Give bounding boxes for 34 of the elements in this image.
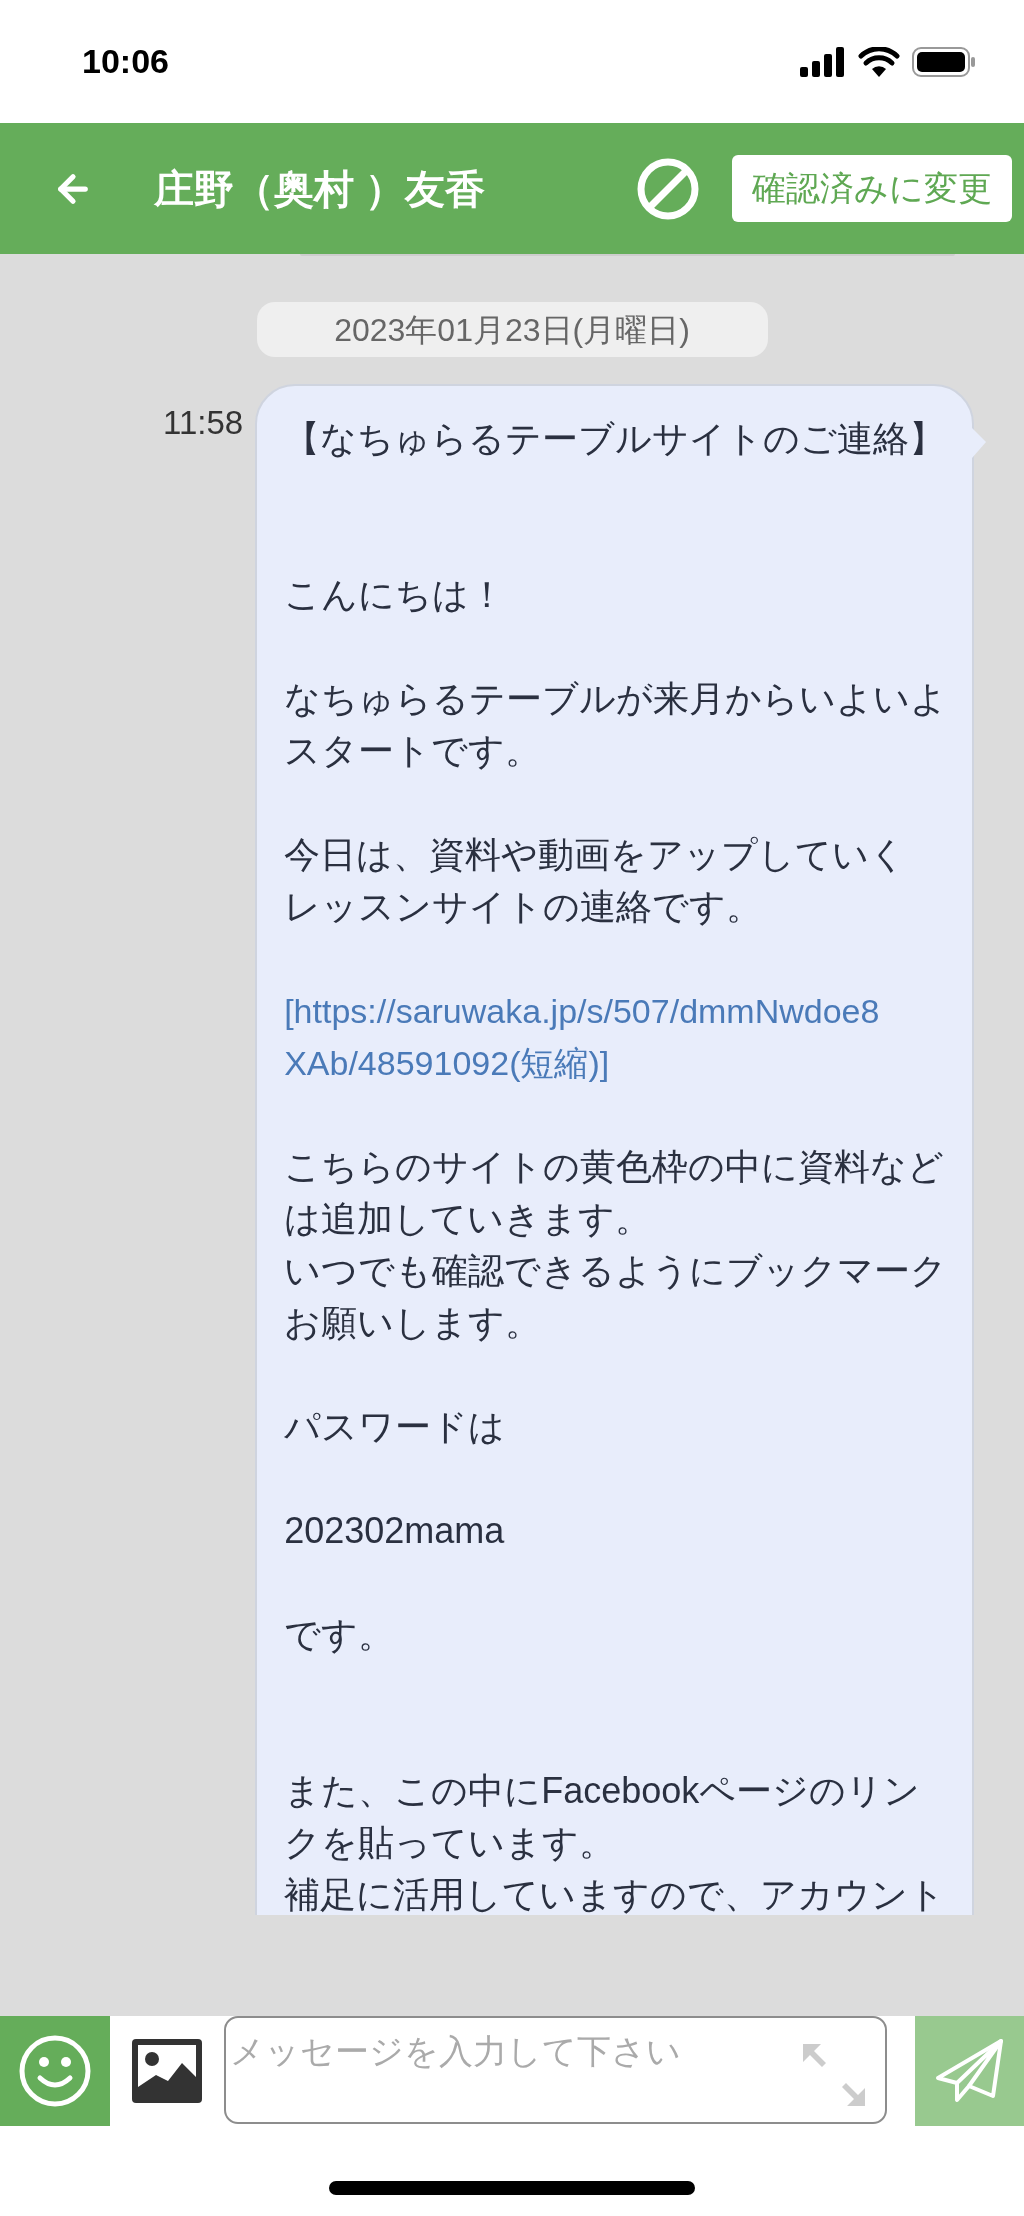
signal-icon xyxy=(800,46,846,77)
message-input[interactable]: メッセージを入力して下さい xyxy=(224,2016,887,2124)
message-line: スタートです。 xyxy=(284,729,543,773)
message-line: パスワードは xyxy=(284,1405,507,1449)
message-line: なちゅらるテーブルが来月からいよいよ xyxy=(284,677,949,721)
message-line: 【なちゅらるテーブルサイトのご連絡】 xyxy=(284,417,947,461)
message-line: いつでも確認できるようにブックマーク xyxy=(284,1249,949,1293)
message-line: また、この中にFacebookページのリン xyxy=(284,1769,922,1813)
message-line: クを貼っています。 xyxy=(284,1821,617,1865)
expand-icon[interactable] xyxy=(801,2042,867,2108)
message-line: レッスンサイトの連絡です。 xyxy=(284,885,764,929)
message-line: お願いします。 xyxy=(284,1301,543,1345)
message-line: 補足に活用していますので、アカウント xyxy=(284,1873,947,1915)
message-link[interactable]: [https://saruwaka.jp/s/507/dmmNwdoe8 xyxy=(284,985,963,1037)
date-label: 2023年01月23日(月曜日) xyxy=(256,302,768,357)
message-link[interactable]: XAb/48591092(短縮)] xyxy=(284,1037,963,1089)
message-line: こんにちは！ xyxy=(284,573,507,617)
message-line: は追加していきます。 xyxy=(284,1197,653,1241)
smiley-icon xyxy=(18,2034,92,2108)
message-line: 202302mama xyxy=(284,1509,506,1553)
block-icon[interactable] xyxy=(636,156,700,221)
message-line: 今日は、資料や動画をアップしていく xyxy=(284,833,908,877)
send-button[interactable] xyxy=(915,2016,1024,2126)
status-time: 10:06 xyxy=(82,41,169,82)
message-line: です。 xyxy=(284,1613,396,1657)
battery-icon xyxy=(912,46,976,77)
message-time: 11:58 xyxy=(163,403,244,443)
contact-name: 庄野（奥村 ）友香 xyxy=(154,165,486,213)
message-line: こちらのサイトの黄色枠の中に資料など xyxy=(284,1145,946,1189)
mark-confirmed-button[interactable]: 確認済みに変更 xyxy=(732,155,1012,222)
emoji-button[interactable] xyxy=(0,2016,110,2126)
wifi-icon xyxy=(858,46,900,77)
message-input-field[interactable]: メッセージを入力して下さい xyxy=(230,2026,750,2077)
image-icon[interactable] xyxy=(132,2039,202,2103)
